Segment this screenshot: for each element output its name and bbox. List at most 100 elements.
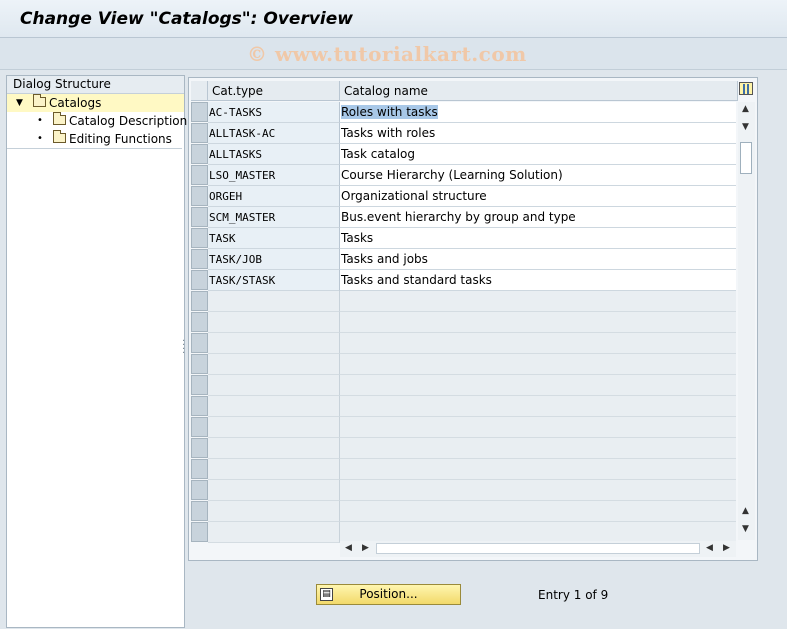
empty-cell[interactable] xyxy=(340,354,736,375)
empty-cell[interactable] xyxy=(208,459,340,480)
row-selector[interactable] xyxy=(191,144,208,164)
position-button-label: Position... xyxy=(359,587,418,601)
catalog-name-text: Course Hierarchy (Learning Solution) xyxy=(341,168,563,182)
cell-cat-type[interactable]: TASK/STASK xyxy=(208,270,340,291)
column-header-catalog-name[interactable]: Catalog name xyxy=(340,81,738,101)
row-selector[interactable] xyxy=(191,291,208,311)
scroll-down-icon[interactable]: ▼ xyxy=(742,122,749,132)
row-selector[interactable] xyxy=(191,396,208,416)
row-selector[interactable] xyxy=(191,270,208,290)
cell-cat-type[interactable]: TASK/JOB xyxy=(208,249,340,270)
tree-node-editing-functions[interactable]: • Editing Functions xyxy=(7,130,184,148)
scroll-up-icon[interactable]: ▲ xyxy=(742,104,749,114)
catalog-name-text: Bus.event hierarchy by group and type xyxy=(341,210,576,224)
empty-cell[interactable] xyxy=(340,417,736,438)
catalog-name-text: Tasks and jobs xyxy=(341,252,428,266)
scroll-right-icon[interactable]: ▶ xyxy=(362,543,369,553)
scroll-up-bottom-icon[interactable]: ▲ xyxy=(742,506,749,516)
cell-catalog-name[interactable]: Roles with tasks xyxy=(340,102,736,123)
column-settings-icon[interactable] xyxy=(739,82,753,95)
cell-catalog-name[interactable]: Task catalog xyxy=(340,144,736,165)
empty-cell[interactable] xyxy=(208,522,340,543)
empty-cell[interactable] xyxy=(208,417,340,438)
row-selector[interactable] xyxy=(191,123,208,143)
horizontal-scrollbar[interactable]: ◀ ▶ ◀ ▶ xyxy=(340,541,736,557)
row-selector[interactable] xyxy=(191,207,208,227)
folder-icon xyxy=(53,112,66,125)
row-selector[interactable] xyxy=(191,417,208,437)
row-selector[interactable] xyxy=(191,102,208,122)
splitter-handle[interactable]: · · · · xyxy=(182,337,185,359)
cell-cat-type[interactable]: ALLTASK-AC xyxy=(208,123,340,144)
empty-cell[interactable] xyxy=(340,333,736,354)
empty-cell[interactable] xyxy=(340,291,736,312)
cell-cat-type[interactable]: LSO_MASTER xyxy=(208,165,340,186)
row-selector[interactable] xyxy=(191,459,208,479)
row-selector[interactable] xyxy=(191,186,208,206)
empty-cell[interactable] xyxy=(208,375,340,396)
cell-cat-type[interactable]: ORGEH xyxy=(208,186,340,207)
row-selector[interactable] xyxy=(191,438,208,458)
empty-cell[interactable] xyxy=(208,396,340,417)
cell-catalog-name[interactable]: Course Hierarchy (Learning Solution) xyxy=(340,165,736,186)
select-all-cell[interactable] xyxy=(191,81,208,101)
scroll-left-icon[interactable]: ◀ xyxy=(345,543,352,553)
catalog-name-text: Tasks xyxy=(341,231,374,245)
cell-catalog-name[interactable]: Tasks and standard tasks xyxy=(340,270,736,291)
scroll-right-end-icon[interactable]: ▶ xyxy=(723,543,730,553)
empty-cell[interactable] xyxy=(340,375,736,396)
title-bar: Change View "Catalogs": Overview xyxy=(0,0,787,38)
row-selector[interactable] xyxy=(191,375,208,395)
vertical-scrollbar[interactable]: ▲ ▼ ▲ ▼ xyxy=(738,102,755,540)
empty-cell[interactable] xyxy=(208,312,340,333)
cell-catalog-name[interactable]: Tasks xyxy=(340,228,736,249)
cell-cat-type[interactable]: AC-TASKS xyxy=(208,102,340,123)
empty-cell[interactable] xyxy=(208,333,340,354)
entry-counter: Entry 1 of 9 xyxy=(538,588,609,602)
row-selector[interactable] xyxy=(191,522,208,542)
empty-cell[interactable] xyxy=(208,501,340,522)
catalog-name-text: Tasks and standard tasks xyxy=(341,273,492,287)
cell-cat-type[interactable]: TASK xyxy=(208,228,340,249)
row-selector[interactable] xyxy=(191,480,208,500)
catalogs-table: Cat.type Catalog name AC-TASKS Roles with… xyxy=(188,77,758,561)
scroll-down-bottom-icon[interactable]: ▼ xyxy=(742,524,749,534)
tree-node-catalog-description[interactable]: • Catalog Description xyxy=(7,112,187,130)
empty-cell[interactable] xyxy=(340,438,736,459)
cell-cat-type[interactable]: SCM_MASTER xyxy=(208,207,340,228)
watermark: © www.tutorialkart.com xyxy=(247,42,527,66)
cell-catalog-name[interactable]: Organizational structure xyxy=(340,186,736,207)
tree-node-catalogs[interactable]: ▼ Catalogs xyxy=(7,94,184,112)
cell-catalog-name[interactable]: Tasks and jobs xyxy=(340,249,736,270)
empty-cell[interactable] xyxy=(340,501,736,522)
scroll-thumb[interactable] xyxy=(740,142,752,174)
empty-cell[interactable] xyxy=(208,354,340,375)
empty-cell[interactable] xyxy=(208,291,340,312)
empty-cell[interactable] xyxy=(340,312,736,333)
cell-catalog-name[interactable]: Tasks with roles xyxy=(340,123,736,144)
row-selector[interactable] xyxy=(191,354,208,374)
empty-cell[interactable] xyxy=(208,438,340,459)
catalog-name-text: Tasks with roles xyxy=(341,126,436,140)
empty-cell[interactable] xyxy=(340,459,736,480)
row-selector[interactable] xyxy=(191,333,208,353)
empty-cell[interactable] xyxy=(208,480,340,501)
expand-triangle-icon[interactable]: ▼ xyxy=(16,94,23,112)
row-selector[interactable] xyxy=(191,165,208,185)
scroll-track[interactable] xyxy=(376,543,700,554)
cell-catalog-name[interactable]: Bus.event hierarchy by group and type xyxy=(340,207,736,228)
empty-cell[interactable] xyxy=(340,480,736,501)
tree-divider xyxy=(7,148,182,149)
row-selector[interactable] xyxy=(191,501,208,521)
empty-cell[interactable] xyxy=(340,522,736,543)
row-selector[interactable] xyxy=(191,249,208,269)
column-header-cat-type[interactable]: Cat.type xyxy=(208,81,340,101)
bullet-icon: • xyxy=(37,115,43,126)
scroll-left-end-icon[interactable]: ◀ xyxy=(706,543,713,553)
empty-cell[interactable] xyxy=(340,396,736,417)
catalog-name-text: Roles with tasks xyxy=(341,105,438,119)
position-button[interactable]: ▤ Position... xyxy=(316,584,461,605)
cell-cat-type[interactable]: ALLTASKS xyxy=(208,144,340,165)
row-selector[interactable] xyxy=(191,228,208,248)
row-selector[interactable] xyxy=(191,312,208,332)
